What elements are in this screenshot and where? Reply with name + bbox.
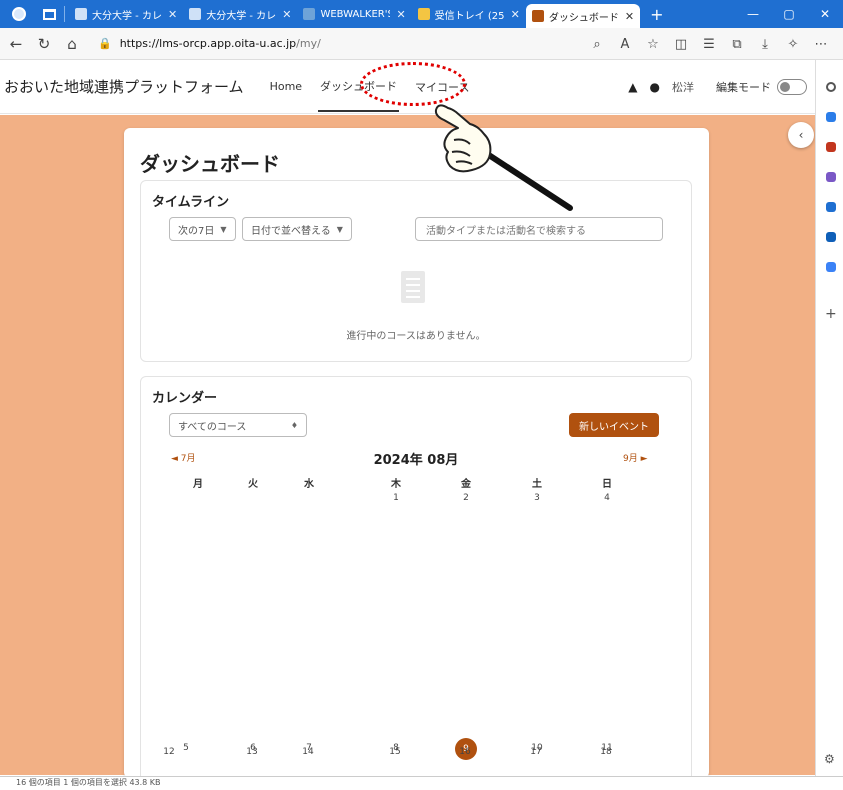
pointing-hand-icon [434, 104, 573, 211]
chevron-down-icon: ▼ [220, 224, 227, 234]
weekday-header: 日 [602, 479, 612, 490]
back-icon[interactable]: ← [4, 35, 28, 53]
weekday-header: 水 [304, 479, 314, 490]
collections-icon[interactable]: ⧉ [723, 37, 751, 52]
lock-icon: 🔒 [98, 37, 112, 50]
browser-tab-4[interactable]: 受信トレイ (25) - ✕ [412, 0, 526, 28]
sidebar-app-icon[interactable] [826, 202, 836, 212]
chevron-updown-icon: ♦ [290, 420, 298, 430]
browser-tab-active[interactable]: ダッシュボード | おお ✕ [525, 4, 641, 28]
calendar-day[interactable]: 1 [381, 493, 411, 503]
profile-icon[interactable] [8, 4, 30, 24]
dashboard-card: ダッシュボード タイムライン 次の7日 ▼ 日付で並べ替える ▼ 活動タイプまたは活… [124, 128, 709, 778]
weekday-header: 木 [391, 479, 401, 490]
browser-tab-1[interactable]: 大分大学 - カレン ✕ [69, 0, 183, 28]
timeline-empty-message: 進行中のコースはありません。 [346, 331, 486, 342]
sidebar-app-icon[interactable] [826, 142, 836, 152]
notification-bell-icon[interactable]: ▲ [628, 80, 637, 94]
calendar-day[interactable]: 12 [154, 747, 184, 757]
timeline-block: タイムライン 次の7日 ▼ 日付で並べ替える ▼ 活動タイプまたは活動名で検索する … [140, 180, 692, 362]
add-icon[interactable]: + [825, 306, 837, 322]
calendar-course-select[interactable]: すべてのコース ♦ [169, 413, 307, 437]
weekday-header: 火 [248, 479, 258, 490]
drawer-collapse-button[interactable]: ‹ [788, 122, 814, 148]
close-tab-icon[interactable]: ✕ [396, 8, 405, 21]
search-icon[interactable] [826, 82, 836, 92]
calendar-day[interactable]: 18 [591, 747, 621, 757]
tab-favicon-icon [531, 10, 544, 22]
calendar-day[interactable]: 13 [237, 747, 267, 757]
calendar-day[interactable]: 3 [522, 493, 552, 503]
timeline-search-input[interactable]: 活動タイプまたは活動名で検索する [415, 217, 663, 241]
close-tab-icon[interactable]: ✕ [282, 8, 291, 21]
calendar-day[interactable]: 16 [450, 747, 480, 757]
new-tab-button[interactable]: + [650, 5, 663, 24]
favorites-list-icon[interactable]: ☰ [695, 37, 723, 52]
maximize-icon[interactable]: ▢ [771, 7, 807, 21]
toolbar-icons: ⌕ A ☆ ◫ ☰ ⧉ ⤓ ✧ ⋯ [583, 28, 835, 60]
url-field[interactable]: 🔒 https://lms-orcp.app.oita-u.ac.jp/my/ [98, 37, 458, 50]
tab-favicon-icon [303, 8, 316, 20]
extensions-icon[interactable]: ✧ [779, 37, 807, 52]
browser-tab-3[interactable]: WEBWALKER'S ✕ [297, 0, 411, 28]
close-window-icon[interactable]: ✕ [807, 7, 843, 21]
home-icon[interactable]: ⌂ [60, 35, 84, 53]
browser-tab-2[interactable]: 大分大学 - カレン ✕ [183, 0, 297, 28]
status-bar: 16 個の項目 1 個の項目を選択 43.8 KB [0, 776, 843, 790]
new-event-button[interactable]: 新しいイベント [569, 413, 659, 437]
favorite-icon[interactable]: ☆ [639, 37, 667, 52]
sidebar-app-icon[interactable] [826, 172, 836, 182]
nav-home[interactable]: Home [268, 64, 304, 109]
tab-favicon-icon [189, 8, 202, 20]
tab-favicon-icon [417, 8, 430, 20]
weekday-header: 月 [193, 479, 203, 490]
header-actions: ▲ ● 松洋 編集モード [628, 60, 807, 114]
edit-mode-toggle[interactable] [777, 79, 807, 95]
close-tab-icon[interactable]: ✕ [511, 8, 520, 21]
sidebar-app-icon[interactable] [826, 262, 836, 272]
site-brand[interactable]: おおいた地域連携プラットフォーム [4, 76, 244, 97]
refresh-icon[interactable]: ↻ [32, 35, 56, 53]
calendar-title: カレンダー [152, 391, 218, 406]
edit-mode-label: 編集モード [716, 81, 771, 94]
close-tab-icon[interactable]: ✕ [168, 8, 177, 21]
next-month-link[interactable]: 9月 ► [623, 451, 648, 464]
calendar-month-title: 2024年 08月 [373, 453, 459, 468]
calendar-day[interactable]: 14 [293, 747, 323, 757]
chevron-down-icon: ▼ [336, 224, 343, 234]
page-title: ダッシュボード [140, 152, 280, 176]
edge-sidebar: + ⚙ [815, 60, 843, 776]
calendar-block: カレンダー すべてのコース ♦ 新しいイベント ◄ 7月 2024年 08月 9月… [140, 376, 692, 778]
timeline-day-filter[interactable]: 次の7日 ▼ [169, 217, 236, 241]
timeline-sort-select[interactable]: 日付で並べ替える ▼ [242, 217, 352, 241]
zoom-icon[interactable]: ⌕ [583, 37, 611, 52]
sidebar-app-icon[interactable] [826, 232, 836, 242]
window-controls: — ▢ ✕ [735, 0, 843, 28]
weekday-header: 土 [532, 479, 542, 490]
messages-icon[interactable]: ● [650, 80, 660, 94]
empty-list-icon [401, 271, 425, 303]
split-screen-icon[interactable]: ◫ [667, 37, 695, 52]
address-bar: ← ↻ ⌂ 🔒 https://lms-orcp.app.oita-u.ac.j… [0, 28, 843, 60]
tab-actions-icon[interactable] [38, 4, 60, 24]
user-menu[interactable]: 松洋 [672, 79, 694, 95]
weekday-header: 金 [461, 479, 471, 490]
more-icon[interactable]: ⋯ [807, 37, 835, 52]
minimize-icon[interactable]: — [735, 7, 771, 21]
timeline-title: タイムライン [152, 195, 230, 210]
calendar-day[interactable]: 15 [380, 747, 410, 757]
sidebar-app-icon[interactable] [826, 112, 836, 122]
read-aloud-icon[interactable]: A [611, 37, 639, 52]
browser-tab-strip: 大分大学 - カレン ✕ 大分大学 - カレン ✕ WEBWALKER'S ✕ … [0, 0, 843, 28]
calendar-day[interactable]: 17 [521, 747, 551, 757]
calendar-day[interactable]: 4 [592, 493, 622, 503]
close-tab-icon[interactable]: ✕ [625, 10, 634, 23]
tab-favicon-icon [75, 8, 87, 20]
settings-icon[interactable]: ⚙ [824, 752, 835, 766]
download-icon[interactable]: ⤓ [751, 37, 779, 52]
calendar-day[interactable]: 2 [451, 493, 481, 503]
